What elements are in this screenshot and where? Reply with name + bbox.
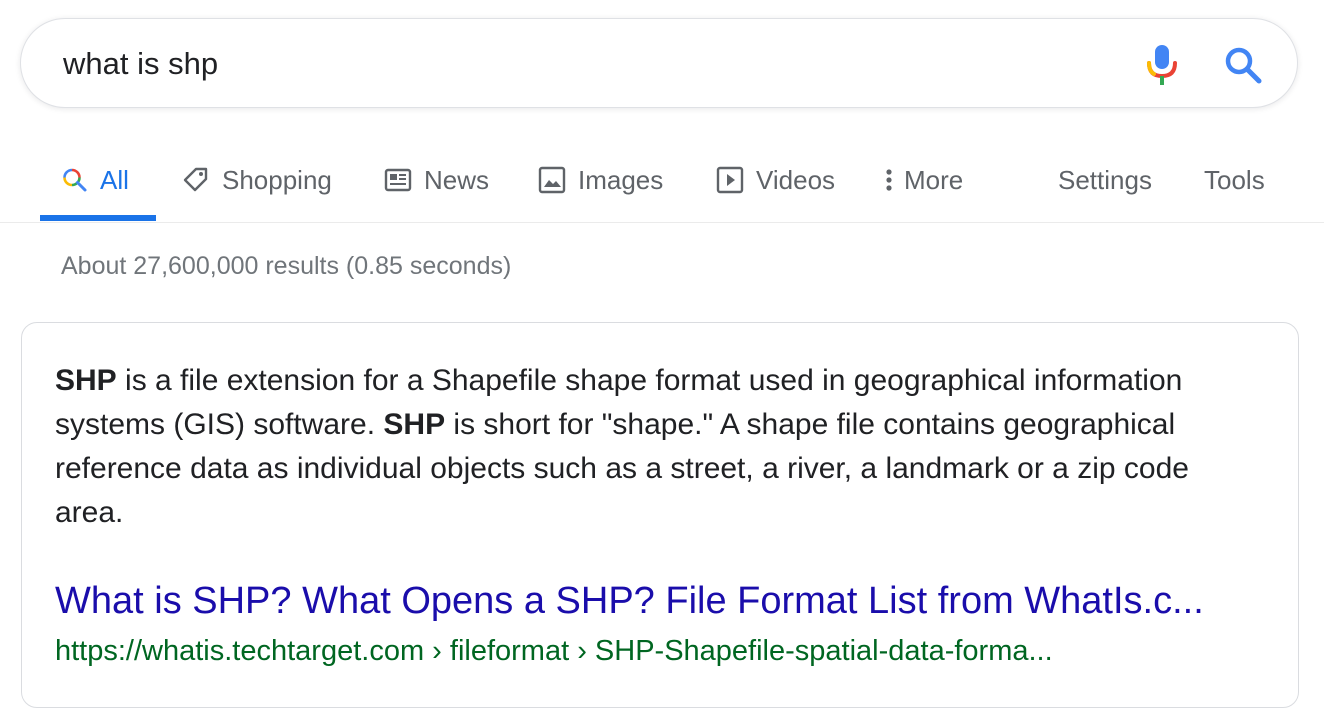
tab-videos[interactable]: Videos xyxy=(716,160,835,200)
search-tabs: All Shopping News Images Videos More Set… xyxy=(0,140,1324,223)
result-stats: About 27,600,000 results (0.85 seconds) xyxy=(61,252,512,280)
tab-label: More xyxy=(904,164,964,195)
image-icon xyxy=(538,166,566,194)
featured-snippet-text: SHP is a file extension for a Shapefile … xyxy=(55,359,1265,535)
newspaper-icon xyxy=(384,168,412,192)
vertical-dots-icon xyxy=(886,169,892,191)
tab-shopping[interactable]: Shopping xyxy=(182,160,332,200)
search-icon[interactable] xyxy=(1223,45,1263,85)
snippet-bold-term: SHP xyxy=(55,364,117,397)
tab-label: Videos xyxy=(756,164,836,195)
search-results-page: All Shopping News Images xyxy=(0,0,1324,722)
featured-snippet-card: SHP is a file extension for a Shapefile … xyxy=(21,322,1299,708)
tab-label: Settings xyxy=(1058,164,1152,195)
tab-settings[interactable]: Settings xyxy=(1058,160,1152,200)
tab-images[interactable]: Images xyxy=(538,160,663,200)
search-multicolor-icon xyxy=(63,168,87,192)
tab-tools[interactable]: Tools xyxy=(1204,160,1265,200)
microphone-icon[interactable] xyxy=(1145,43,1179,87)
tab-label: News xyxy=(424,164,490,195)
tab-all[interactable]: All xyxy=(62,160,129,200)
search-bar xyxy=(20,18,1298,108)
tab-label: Shopping xyxy=(222,164,332,195)
active-tab-indicator xyxy=(40,215,156,221)
snippet-bold-term: SHP xyxy=(383,408,446,441)
tab-more[interactable]: More xyxy=(884,160,963,200)
result-url[interactable]: https://whatis.techtarget.com › fileform… xyxy=(55,631,1255,671)
result-title-link[interactable]: What is SHP? What Opens a SHP? File Form… xyxy=(55,577,1255,625)
tab-label: Images xyxy=(578,164,664,195)
tag-icon xyxy=(183,167,208,192)
search-input[interactable] xyxy=(63,41,1103,87)
tab-label: All xyxy=(100,164,129,195)
play-icon xyxy=(716,166,744,194)
tab-label: Tools xyxy=(1204,164,1265,195)
tab-news[interactable]: News xyxy=(384,160,489,200)
